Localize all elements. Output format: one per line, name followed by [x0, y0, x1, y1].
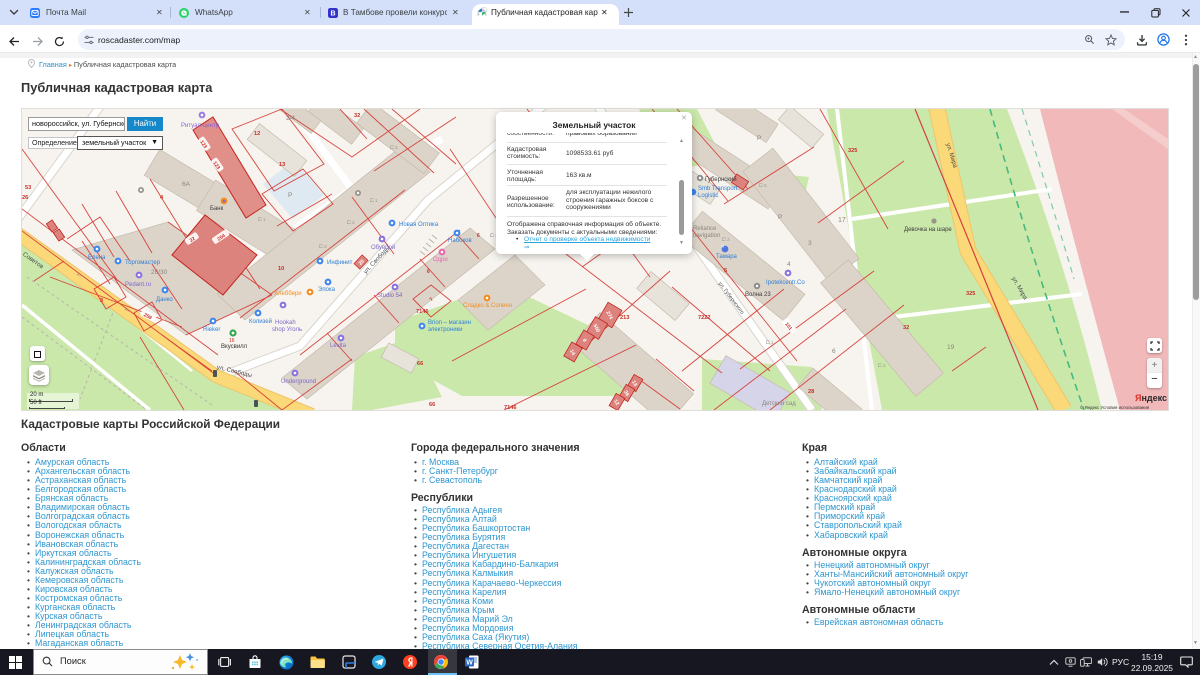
- svg-text:Торгомастер: Торгомастер: [125, 260, 161, 266]
- svg-text:Logistic: Logistic: [698, 193, 718, 199]
- svg-text:Тамара: Тамара: [716, 254, 738, 260]
- svg-text:Smb Transport: Smb Transport: [698, 186, 738, 192]
- svg-text:P: P: [757, 135, 761, 142]
- svg-text:⧠ 3: ⧠ 3: [319, 244, 327, 249]
- svg-text:4: 4: [787, 261, 791, 268]
- svg-text:⧠ 2: ⧠ 2: [722, 237, 730, 242]
- svg-text:Новая Оптика: Новая Оптика: [399, 222, 439, 228]
- svg-text:12: 12: [254, 131, 260, 137]
- svg-text:⧠ 2: ⧠ 2: [347, 220, 355, 225]
- svg-text:⧠ 6: ⧠ 6: [759, 183, 767, 188]
- svg-text:shop Уголь: shop Уголь: [272, 327, 302, 333]
- svg-text:Hookah: Hookah: [275, 320, 296, 326]
- svg-text:W: W: [466, 660, 473, 667]
- svg-text:Сладко & Солено: Сладко & Солено: [463, 303, 513, 309]
- svg-text:2/4: 2/4: [286, 115, 295, 122]
- svg-text:⧠ 1: ⧠ 1: [766, 340, 774, 345]
- svg-text:P: P: [778, 214, 782, 221]
- svg-text:26: 26: [22, 195, 28, 201]
- svg-text:Эпока: Эпока: [318, 287, 336, 293]
- svg-text:19: 19: [947, 344, 955, 351]
- svg-text:32: 32: [903, 325, 909, 331]
- svg-text:⧠ 1: ⧠ 1: [258, 217, 266, 222]
- svg-text:электроники: электроники: [428, 327, 463, 333]
- svg-text:6: 6: [832, 348, 836, 355]
- svg-text:Обувбой: Обувбой: [371, 244, 395, 251]
- svg-text:3: 3: [100, 298, 103, 304]
- svg-text:Вкусвилл: Вкусвилл: [221, 344, 248, 350]
- svg-text:Pedant.ru: Pedant.ru: [125, 282, 151, 288]
- svg-text:Brion – магазин: Brion – магазин: [428, 320, 471, 326]
- svg-text:Хлеббери: Хлеббери: [274, 291, 302, 297]
- svg-text:⧠ 1: ⧠ 1: [370, 198, 378, 203]
- svg-text:53: 53: [25, 185, 31, 191]
- svg-text:6А: 6А: [182, 181, 191, 188]
- svg-text:10: 10: [278, 266, 284, 272]
- svg-text:7146: 7146: [416, 309, 428, 315]
- svg-text:Одри: Одри: [433, 257, 448, 263]
- svg-text:28/30: 28/30: [151, 269, 168, 276]
- svg-text:P: P: [288, 192, 292, 199]
- svg-text:✕: ✕: [721, 244, 725, 249]
- svg-text:17: 17: [838, 217, 846, 224]
- svg-text:6: 6: [427, 269, 430, 275]
- svg-text:Колизей: Колизей: [249, 318, 272, 325]
- svg-text:B: B: [330, 10, 335, 17]
- svg-text:7222: 7222: [698, 315, 710, 321]
- svg-text:213: 213: [620, 315, 629, 321]
- svg-text:Rieker: Rieker: [203, 327, 220, 333]
- svg-text:325: 325: [848, 148, 857, 154]
- svg-text:Данко: Данко: [156, 297, 173, 303]
- svg-text:66: 66: [429, 402, 435, 408]
- svg-text:3: 3: [808, 240, 812, 247]
- svg-text:32: 32: [354, 113, 360, 119]
- svg-text:Девочка на шаре: Девочка на шаре: [904, 227, 952, 233]
- svg-text:13: 13: [279, 162, 285, 168]
- svg-text:⧠ 2: ⧠ 2: [878, 363, 886, 368]
- svg-text:66: 66: [417, 361, 423, 367]
- svg-text:Банк: Банк: [210, 206, 224, 212]
- svg-text:Ipotekcentr.Co: Ipotekcentr.Co: [766, 280, 805, 286]
- svg-text:6: 6: [477, 233, 480, 239]
- svg-text:5: 5: [724, 268, 727, 274]
- svg-text:Инфинит: Инфинит: [327, 260, 353, 266]
- svg-text:Губернский: Губернский: [705, 176, 737, 183]
- svg-text:Levita: Levita: [330, 343, 347, 349]
- svg-text:Волна 23: Волна 23: [745, 292, 771, 298]
- svg-text:Studio 54: Studio 54: [377, 293, 403, 299]
- svg-text:7146: 7146: [504, 405, 516, 410]
- svg-text:325: 325: [966, 291, 975, 297]
- svg-text:Набоков: Набоков: [448, 238, 472, 244]
- svg-text:Детский сад: Детский сад: [762, 400, 796, 407]
- svg-text:⧠ 3: ⧠ 3: [390, 145, 398, 150]
- svg-text:28: 28: [808, 389, 814, 395]
- svg-text:Елена: Елена: [88, 255, 106, 261]
- svg-text:navigation: navigation: [693, 233, 720, 239]
- svg-text:Underground: Underground: [281, 379, 316, 385]
- svg-text:Reliance: Reliance: [693, 226, 717, 232]
- svg-text:Ритуал-центр: Ритуал-центр: [181, 123, 220, 129]
